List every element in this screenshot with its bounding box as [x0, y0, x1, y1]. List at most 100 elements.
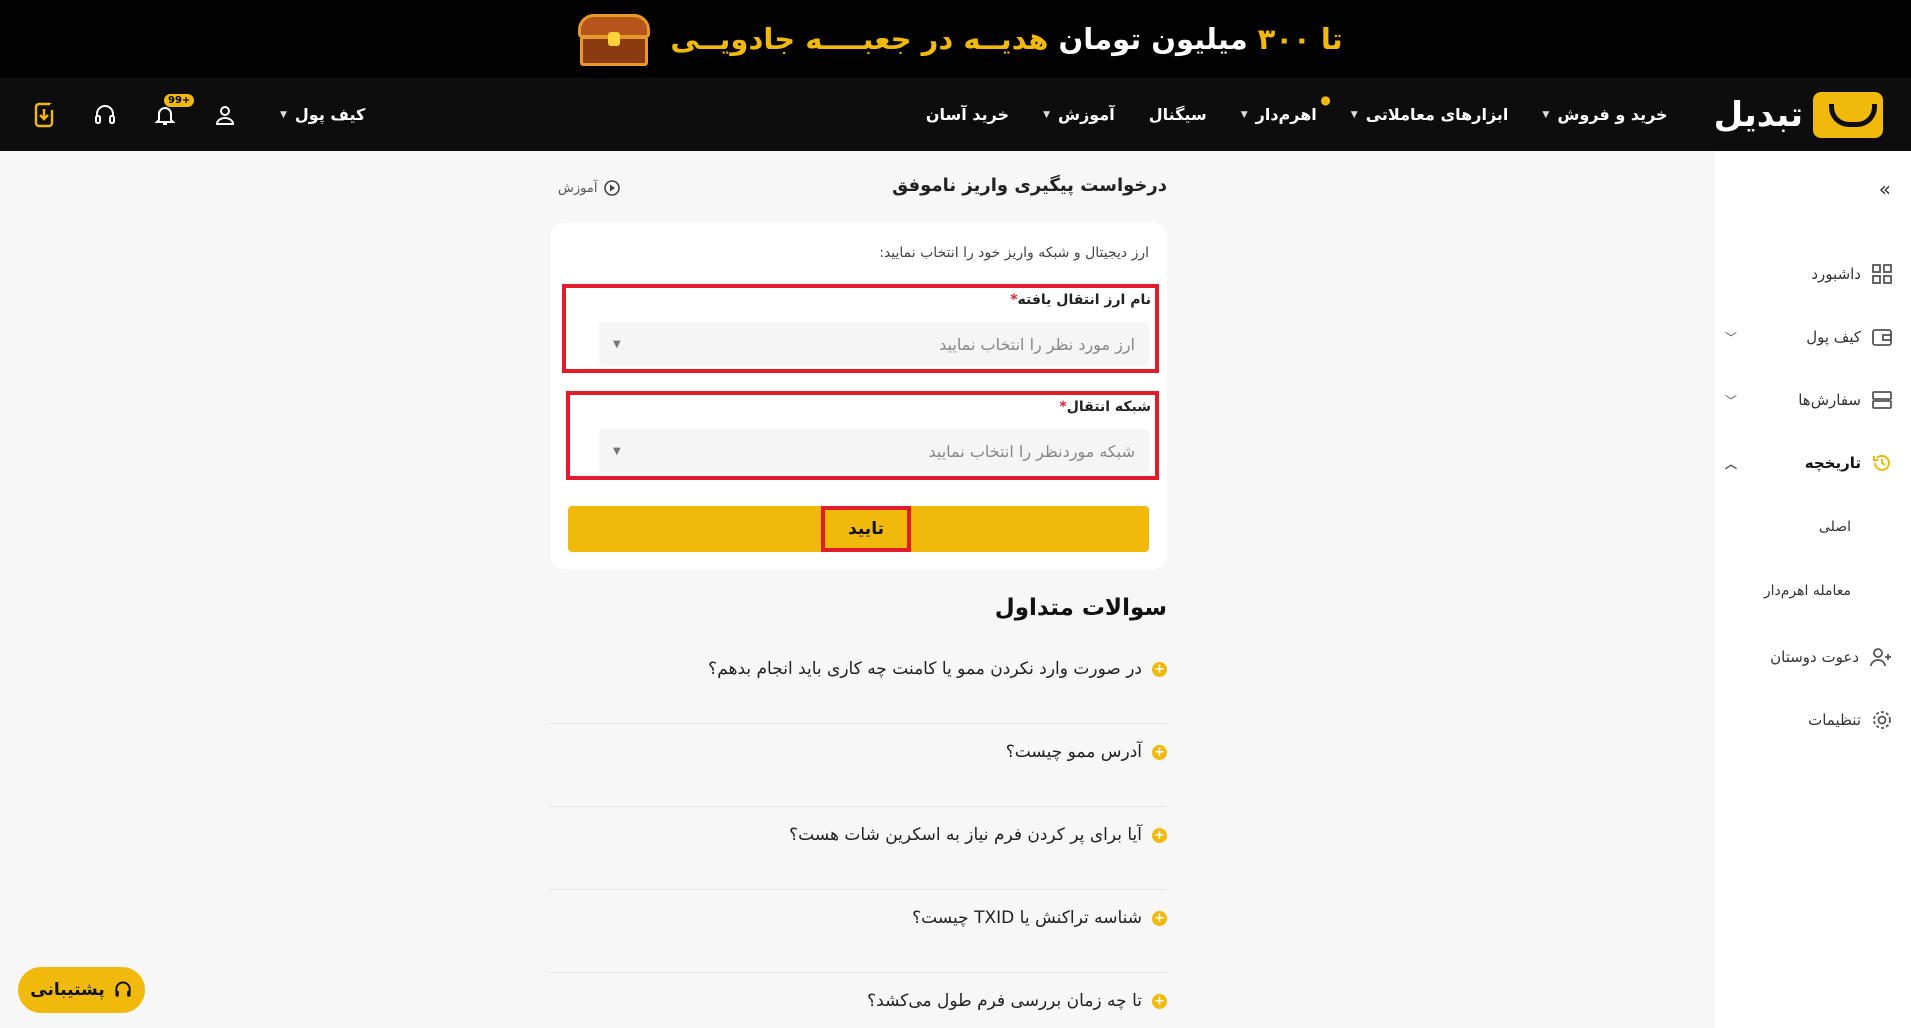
nav-label: سیگنال	[1148, 105, 1207, 124]
plus-icon: +	[1152, 993, 1167, 1009]
plus-icon: +	[1152, 910, 1167, 926]
promo-banner[interactable]: تا ۳۰۰ میلیون تومان هدیــه در جعبــــه ج…	[0, 0, 1911, 78]
chevron-down-icon: ﹀	[1725, 393, 1738, 408]
user-icon	[215, 105, 235, 125]
currency-field-highlight: نام ارز انتقال یافته* ارز مورد نظر را ان…	[562, 284, 1159, 373]
network-field-highlight: شبکه انتقال* شبکه موردنظر را انتخاب نمای…	[566, 391, 1159, 480]
gear-icon	[1873, 711, 1891, 729]
faq-item[interactable]: + شناسه تراکنش یا TXID چیست؟	[550, 890, 1167, 973]
chevron-down-icon: ﹀	[1725, 330, 1738, 345]
headset-icon	[115, 981, 131, 997]
nav-label: آموزش	[1057, 105, 1115, 124]
tutorial-label: آموزش	[558, 180, 598, 196]
nav-label: خرید آسان	[925, 105, 1010, 124]
promo-unit: میلیون تومان	[1058, 22, 1248, 56]
play-circle-icon	[604, 180, 621, 196]
caret-down-icon: ▼	[1542, 109, 1550, 120]
dropdown-arrow-icon: ▼	[613, 445, 621, 457]
support-button[interactable]: پشتیبانی	[18, 967, 145, 1013]
sidebar-subitem-main[interactable]: اصلی	[1819, 519, 1851, 535]
deposit-form-card: ارز دیجیتال و شبکه واریز خود را انتخاب ن…	[550, 223, 1167, 569]
wallet-menu[interactable]: ▼ کیف پول	[280, 105, 365, 124]
caret-down-icon: ▼	[1350, 109, 1358, 120]
form-hint: ارز دیجیتال و شبکه واریز خود را انتخاب ن…	[879, 245, 1149, 261]
fire-icon: ●	[1320, 93, 1331, 107]
profile-button[interactable]	[210, 100, 240, 130]
required-mark: *	[1010, 292, 1018, 308]
nav-buy-sell[interactable]: خرید و فروش ▼	[1542, 105, 1667, 124]
brand-logo[interactable]: تبدیل	[1713, 91, 1883, 138]
collapse-sidebar-icon[interactable]: »	[1879, 177, 1891, 201]
dropdown-arrow-icon: ▼	[613, 338, 621, 350]
download-icon	[34, 102, 55, 127]
faq-item[interactable]: + آیا برای پر کردن فرم نیاز به اسکرین شات…	[550, 807, 1167, 890]
sidebar-item-invite-friends[interactable]: دعوت دوستان	[1725, 646, 1893, 668]
tutorial-link[interactable]: آموزش	[558, 179, 621, 197]
currency-placeholder: ارز مورد نظر را انتخاب نمایید	[939, 334, 1135, 354]
notification-badge: 99+	[164, 93, 195, 107]
nav-label: ابزارهای معاملاتی	[1365, 105, 1509, 124]
caret-down-icon: ▼	[1043, 109, 1050, 120]
sidebar-item-dashboard[interactable]: داشبورد	[1725, 263, 1893, 285]
wallet-menu-label: کیف پول	[294, 105, 366, 124]
top-navbar: تبدیل خرید و فروش ▼ ابزارهای معاملاتی ▼ …	[0, 78, 1911, 151]
orders-icon	[1872, 391, 1892, 409]
currency-field-label: نام ارز انتقال یافته*	[1010, 292, 1151, 308]
sidebar-item-label: تنظیمات	[1808, 711, 1861, 729]
support-headset-button[interactable]	[90, 100, 120, 130]
submit-button-label: تایید	[821, 506, 911, 552]
notifications-button[interactable]: 99+	[150, 93, 195, 130]
sidebar-item-label: کیف پول	[1806, 328, 1861, 346]
sidebar-item-label: دعوت دوستان	[1770, 648, 1859, 666]
network-select[interactable]: شبکه موردنظر را انتخاب نمایید ▼	[599, 429, 1149, 473]
brand-name: تبدیل	[1713, 94, 1803, 135]
caret-down-icon: ▼	[1240, 109, 1248, 120]
nav-trading-tools[interactable]: ابزارهای معاملاتی ▼	[1351, 105, 1509, 124]
currency-select[interactable]: ارز مورد نظر را انتخاب نمایید ▼	[599, 322, 1149, 366]
nav-signal[interactable]: سیگنال	[1149, 105, 1207, 124]
plus-icon: +	[1152, 827, 1167, 843]
nav-education[interactable]: آموزش ▼	[1043, 105, 1115, 124]
sidebar-item-label: سفارش‌ها	[1798, 391, 1861, 409]
required-mark: *	[1059, 399, 1067, 415]
faq-question: تا چه زمان بررسی فرم طول می‌کشد؟	[867, 991, 1142, 1011]
sidebar-item-history[interactable]: تاریخچه ︿	[1725, 452, 1893, 474]
promo-amount: تا ۳۰۰	[1257, 22, 1343, 56]
sidebar-subitem-leverage-trade[interactable]: معامله اهرم‌دار	[1764, 583, 1851, 599]
network-field-label: شبکه انتقال*	[1059, 399, 1151, 415]
sidebar-item-wallet[interactable]: کیف پول ﹀	[1725, 326, 1893, 348]
grid-icon	[1872, 264, 1892, 284]
sidebar-item-label: تاریخچه	[1804, 454, 1861, 472]
sidebar-item-settings[interactable]: تنظیمات	[1725, 709, 1893, 731]
submit-button[interactable]: تایید	[568, 506, 1149, 552]
support-label: پشتیبانی	[30, 980, 105, 1000]
logo-icon	[1813, 91, 1883, 138]
faq-item[interactable]: + آدرس ممو چیست؟	[550, 724, 1167, 807]
headset-icon	[95, 104, 115, 124]
nav-label: خرید و فروش	[1557, 105, 1668, 124]
faq-question: آیا برای پر کردن فرم نیاز به اسکرین شات …	[789, 825, 1142, 845]
sidebar-item-orders[interactable]: سفارش‌ها ﹀	[1725, 389, 1893, 411]
add-user-icon	[1870, 648, 1891, 667]
faq-question: در صورت وارد نکردن ممو یا کامنت چه کاری …	[708, 659, 1142, 679]
history-icon	[1873, 454, 1890, 471]
download-app-button[interactable]	[30, 100, 60, 130]
network-placeholder: شبکه موردنظر را انتخاب نمایید	[928, 441, 1135, 461]
faq-item[interactable]: + در صورت وارد نکردن ممو یا کامنت چه کاری…	[550, 641, 1167, 724]
promo-gift-text: هدیــه در جعبــــه جادویــی	[670, 22, 1049, 56]
faq-question: آدرس ممو چیست؟	[1005, 742, 1142, 762]
sidebar-item-label: داشبورد	[1811, 265, 1861, 283]
page-title: درخواست پیگیری واریز ناموفق	[892, 175, 1167, 196]
faq-title: سوالات متداول	[994, 595, 1167, 621]
plus-icon: +	[1152, 661, 1167, 677]
plus-icon: +	[1152, 744, 1167, 760]
chevron-up-icon: ︿	[1725, 456, 1738, 471]
nav-label: اهرم‌دار	[1255, 105, 1317, 124]
nav-leverage[interactable]: ● اهرم‌دار ▼	[1240, 93, 1331, 124]
treasure-chest-icon	[568, 10, 660, 68]
sidebar: » داشبورد کیف پول ﹀ سفارش‌ها ﹀ تار	[1715, 151, 1911, 1028]
faq-question: شناسه تراکنش یا TXID چیست؟	[912, 908, 1142, 928]
caret-down-icon: ▼	[280, 109, 287, 120]
nav-easy-buy[interactable]: خرید آسان	[926, 105, 1009, 124]
faq-item[interactable]: + تا چه زمان بررسی فرم طول می‌کشد؟	[550, 973, 1167, 1028]
